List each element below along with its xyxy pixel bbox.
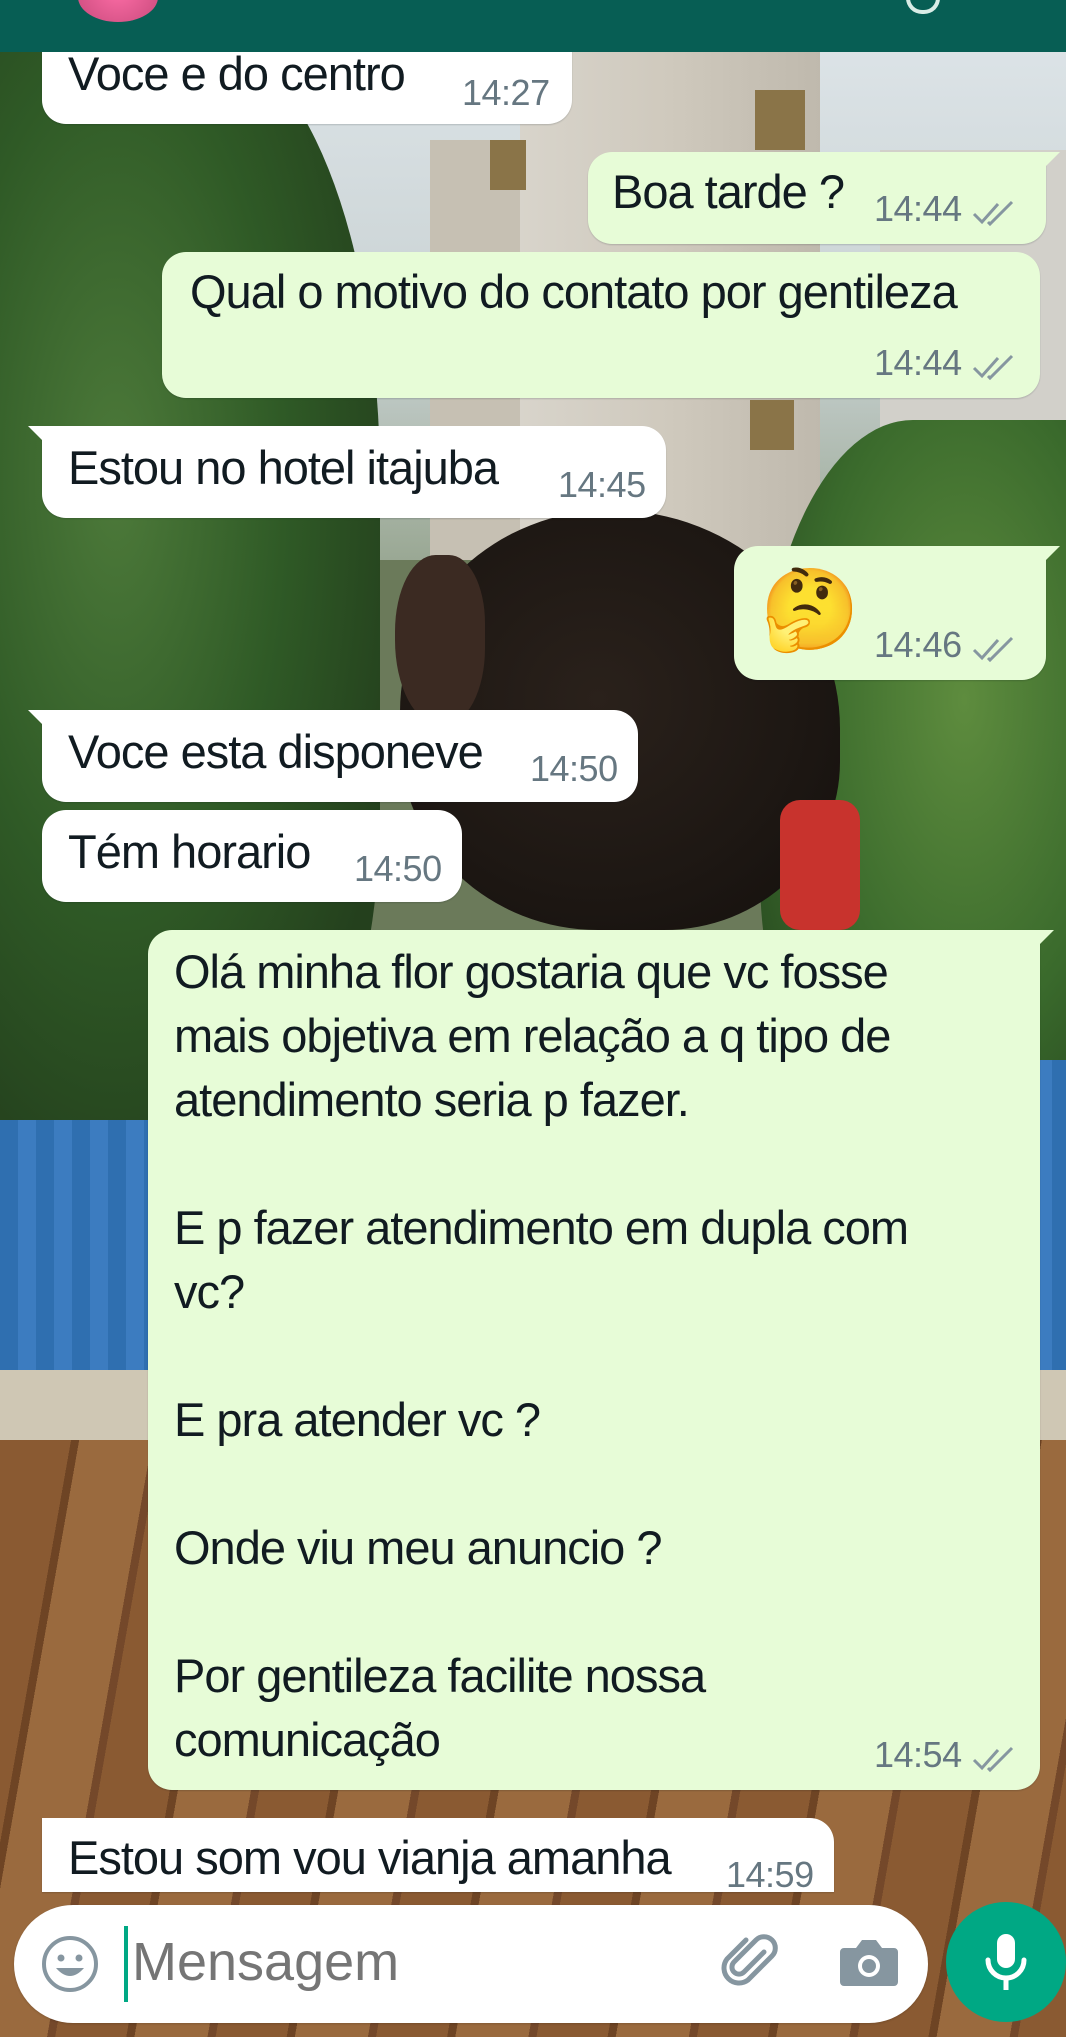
message-time: 14:46	[874, 624, 962, 665]
message-time: 14:27	[462, 72, 550, 113]
paperclip-icon[interactable]	[720, 1930, 784, 1994]
double-check-icon	[972, 1746, 1014, 1772]
camera-icon[interactable]	[838, 1934, 900, 1990]
message-text: Boa tarde ?	[612, 165, 845, 218]
message-input[interactable]	[132, 1924, 672, 2000]
message-text: Estou som vou vianja amanha	[68, 1831, 672, 1884]
message-text: Estou no hotel itajuba	[68, 441, 499, 494]
double-check-icon	[972, 354, 1014, 380]
contact-avatar[interactable]	[78, 0, 158, 22]
phone-icon[interactable]	[906, 0, 940, 14]
message-text: Voce esta disponeve	[68, 725, 484, 778]
message-outgoing[interactable]: Boa tarde ? 14:44	[588, 152, 1060, 244]
message-outgoing[interactable]: Olá minha flor gostaria que vc fosse mai…	[148, 930, 1054, 1790]
text-caret	[124, 1926, 128, 2002]
voice-record-button[interactable]	[946, 1902, 1066, 2022]
message-incoming[interactable]: Voce esta disponeve 14:50	[28, 710, 638, 802]
message-outgoing[interactable]: Qual o motivo do contato por gentileza 1…	[162, 252, 1040, 398]
message-text: Tém horario	[68, 825, 311, 878]
message-time: 14:50	[354, 848, 442, 889]
message-time: 14:54	[874, 1734, 962, 1775]
message-outgoing[interactable]: 🤔 14:46	[734, 546, 1060, 680]
message-text: Olá minha flor gostaria que vc fosse mai…	[174, 945, 909, 1766]
message-time: 14:50	[530, 748, 618, 789]
message-text: Qual o motivo do contato por gentileza	[190, 265, 958, 318]
message-time: 14:45	[558, 464, 646, 505]
message-incoming[interactable]: Estou som vou vianja amanha 14:59	[42, 1818, 834, 1892]
message-incoming[interactable]: Tém horario 14:50	[42, 810, 462, 902]
message-incoming[interactable]: Estou no hotel itajuba 14:45	[28, 426, 666, 518]
microphone-icon	[985, 1934, 1027, 1990]
chat-header	[0, 0, 1066, 52]
message-emoji: 🤔	[760, 565, 860, 654]
message-incoming[interactable]: Voce e do centro 14:27	[42, 40, 572, 124]
double-check-icon	[972, 636, 1014, 662]
message-time: 14:59	[726, 1854, 814, 1892]
message-time: 14:44	[874, 188, 962, 229]
double-check-icon	[972, 200, 1014, 226]
emoji-icon[interactable]	[40, 1934, 100, 1994]
message-time: 14:44	[874, 342, 962, 383]
